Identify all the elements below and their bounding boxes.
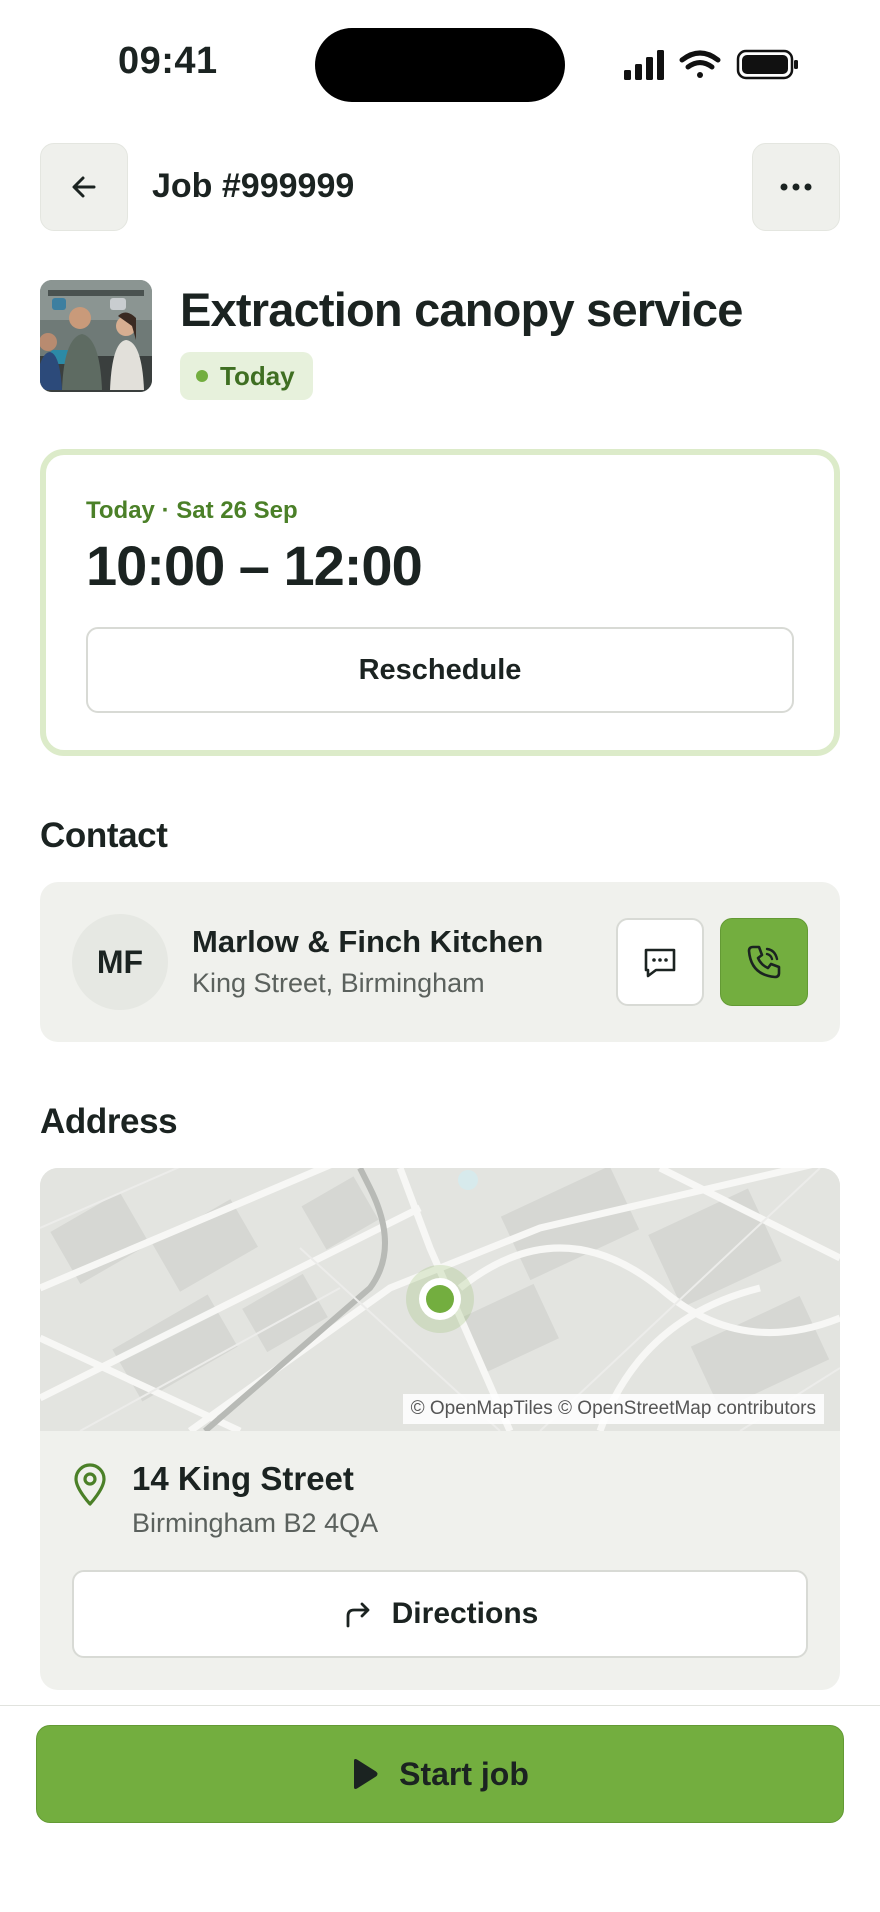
back-button[interactable] [40,143,128,231]
city-postcode: Birmingham B2 4QA [132,1508,379,1538]
status-bar: 09:41 [0,0,880,130]
street-address: 14 King Street [132,1460,354,1497]
start-job-label: Start job [399,1755,529,1792]
job-title: Extraction canopy service [180,283,743,336]
more-options-button[interactable] [752,143,840,231]
battery-icon [736,49,798,80]
signal-icon [624,50,664,80]
contact-name: Marlow & Finch Kitchen [192,924,544,959]
header: Job #999999 [40,143,840,231]
map-view[interactable]: © OpenMapTiles © OpenStreetMap contribut… [40,1168,840,1435]
status-time: 09:41 [118,40,218,82]
phone-icon [747,945,781,979]
address-card: © OpenMapTiles © OpenStreetMap contribut… [40,1168,840,1690]
message-button[interactable] [616,918,704,1006]
status-badge: Today [180,352,313,400]
status-icons [624,49,798,80]
dynamic-island [315,28,565,102]
schedule-card: Today · Sat 26 Sep 10:00 – 12:00 Resched… [40,449,840,756]
schedule-date: Today · Sat 26 Sep [86,497,298,524]
location-pin-icon [74,1463,106,1506]
wifi-icon [679,50,721,78]
avatar: MF [72,914,168,1010]
contact-card: MF Marlow & Finch Kitchen King Street, B… [40,882,840,1042]
reschedule-button[interactable]: Reschedule [86,627,794,713]
directions-icon [346,1602,370,1628]
bottom-divider [0,1705,880,1706]
directions-label: Directions [391,1597,539,1630]
map-attribution: © OpenMapTiles © OpenStreetMap contribut… [402,1394,824,1424]
contact-heading: Contact [40,816,168,855]
contact-address: King Street, Birmingham [192,968,485,998]
play-icon [354,1759,378,1789]
back-arrow-icon [72,176,96,198]
more-icon [780,183,812,191]
status-dot-icon [196,370,208,382]
job-number: Job #999999 [152,167,355,205]
call-button[interactable] [720,918,808,1006]
start-job-button[interactable]: Start job [36,1725,844,1823]
address-heading: Address [40,1102,178,1141]
job-photo [40,280,152,392]
status-badge-label: Today [220,360,295,391]
schedule-time-range: 10:00 – 12:00 [86,534,423,597]
directions-button[interactable]: Directions [72,1570,808,1658]
message-icon [644,948,676,978]
